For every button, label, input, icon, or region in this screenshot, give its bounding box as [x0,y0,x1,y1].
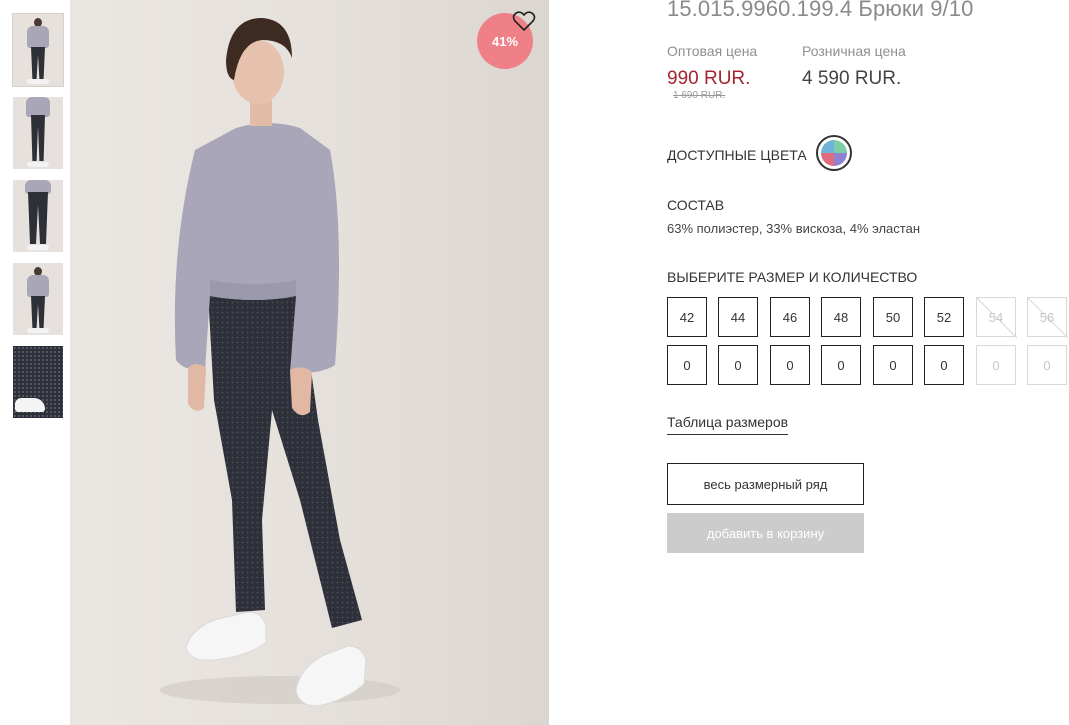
size-quantity-label: ВЫБЕРИТЕ РАЗМЕР И КОЛИЧЕСТВО [667,269,918,285]
thumbnail-figure-shoes [27,245,49,250]
quantity-value: 0 [734,357,742,373]
thumbnail-figure-top [25,180,51,194]
quantity-value: 0 [889,357,897,373]
quantity-value: 0 [683,357,691,373]
all-sizes-button[interactable]: весь размерный ряд [667,463,864,505]
quantity-value: 0 [992,357,1000,373]
composition-value: 63% полиэстер, 33% вискоза, 4% эластан [667,221,920,236]
thumbnail-figure-shoes [27,79,49,84]
size-option-48[interactable]: 48 [821,297,861,337]
thumbnail-figure-shoes [27,328,49,333]
size-option-44[interactable]: 44 [718,297,758,337]
thumbnail-shoe [15,398,45,412]
size-value: 54 [988,309,1004,325]
quantity-input-56-disabled: 0 [1027,345,1067,385]
quantity-value: 0 [1043,357,1051,373]
size-value: 48 [833,309,849,325]
heart-icon[interactable] [512,10,536,32]
size-option-42[interactable]: 42 [667,297,707,337]
quantity-input-42[interactable]: 0 [667,345,707,385]
retail-price-label: Розничная цена [802,43,906,59]
quantity-input-50[interactable]: 0 [873,345,913,385]
thumbnail-figure-top [27,275,49,297]
multicolor-swatch[interactable] [816,135,852,171]
retail-price: 4 590 RUR. [802,68,902,89]
wholesale-price-label: Оптовая цена [667,43,758,59]
wholesale-price: 990 RUR. [667,68,751,89]
thumbnail-figure-legs [28,192,48,244]
thumbnail-4[interactable] [13,263,63,335]
thumbnail-list [12,13,64,429]
size-option-46[interactable]: 46 [770,297,810,337]
thumbnail-figure-top [26,97,50,117]
thumbnail-figure-legs [31,115,45,161]
thumbnail-figure-shoes [27,162,49,167]
thumbnail-1[interactable] [12,13,64,87]
add-to-cart-button[interactable]: добавить в корзину [667,513,864,553]
size-value: 46 [782,309,798,325]
product-image[interactable] [0,0,549,725]
quantity-input-44[interactable]: 0 [718,345,758,385]
size-option-56-unavailable: 56 [1027,297,1068,338]
quantity-input-52[interactable]: 0 [924,345,964,385]
product-title: 15.015.9960.199.4 Брюки 9/10 [667,0,974,21]
quantity-value: 0 [940,357,948,373]
size-option-54-unavailable: 54 [976,297,1017,338]
thumbnail-figure-top [27,26,49,48]
size-value: 50 [885,309,901,325]
thumbnail-5[interactable] [13,346,63,418]
product-photo[interactable]: 41% [0,0,549,725]
model-illustration [160,18,400,707]
size-value: 44 [730,309,746,325]
size-value: 42 [679,309,695,325]
size-option-52[interactable]: 52 [924,297,964,337]
quantity-input-54-disabled: 0 [976,345,1016,385]
thumbnail-figure-legs [31,47,45,79]
size-option-50[interactable]: 50 [873,297,913,337]
quantity-value: 0 [786,357,794,373]
size-value: 52 [936,309,952,325]
quantity-value: 0 [837,357,845,373]
available-colors-label: ДОСТУПНЫЕ ЦВЕТА [667,147,807,163]
quantity-input-48[interactable]: 0 [821,345,861,385]
quantity-input-46[interactable]: 0 [770,345,810,385]
thumbnail-3[interactable] [13,180,63,252]
color-swatch-fill [821,140,847,166]
thumbnail-2[interactable] [13,97,63,169]
size-value: 56 [1039,309,1055,325]
thumbnail-figure-legs [31,296,45,328]
composition-label: СОСТАВ [667,197,725,213]
old-price: 1 690 RUR. [673,90,726,101]
size-table-link[interactable]: Таблица размеров [667,414,789,435]
